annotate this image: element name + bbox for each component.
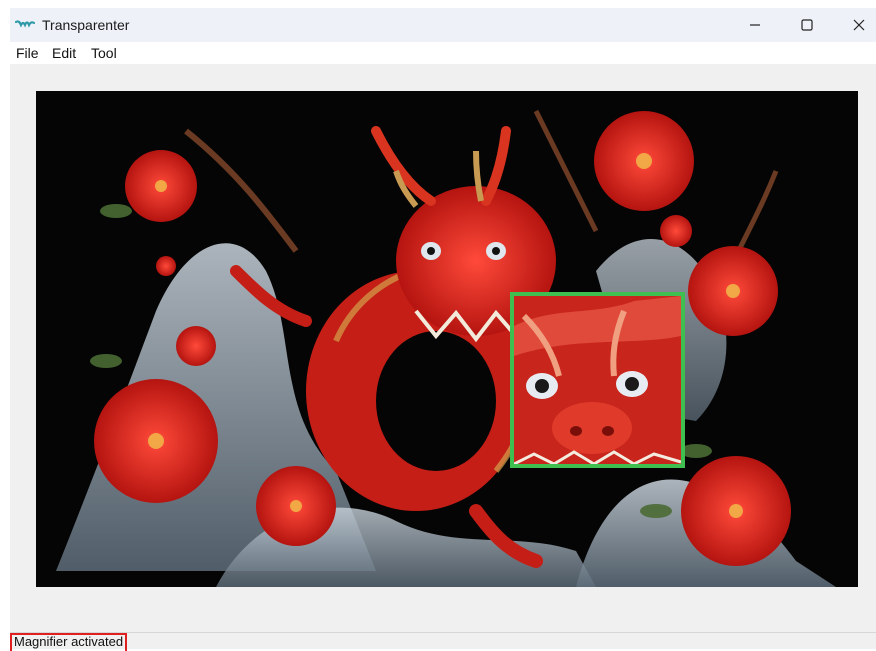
status-text: Magnifier activated [10,633,128,651]
close-button[interactable] [836,8,876,42]
maximize-button[interactable] [784,8,830,42]
transparenter-logo-icon [15,20,35,28]
minimize-icon [750,24,760,26]
magnifier-lens[interactable] [510,292,685,468]
menu-file[interactable]: File [16,45,39,61]
menu-edit[interactable]: Edit [52,45,76,61]
dragon-image[interactable] [36,91,858,587]
maximize-icon [801,19,813,31]
menu-tool[interactable]: Tool [91,45,117,61]
close-icon [853,19,865,31]
menu-bar: File Edit Tool [10,42,876,64]
minimize-button[interactable] [732,8,778,42]
canvas-area [10,64,876,632]
window-title: Transparenter [42,17,130,33]
dragon-artwork [36,91,858,587]
magnified-dragon-face [514,296,681,464]
app-window: Transparenter File Edit Tool Magnifier a… [10,8,876,651]
title-bar[interactable]: Transparenter [10,8,876,42]
status-bar: Magnifier activated [10,632,876,651]
